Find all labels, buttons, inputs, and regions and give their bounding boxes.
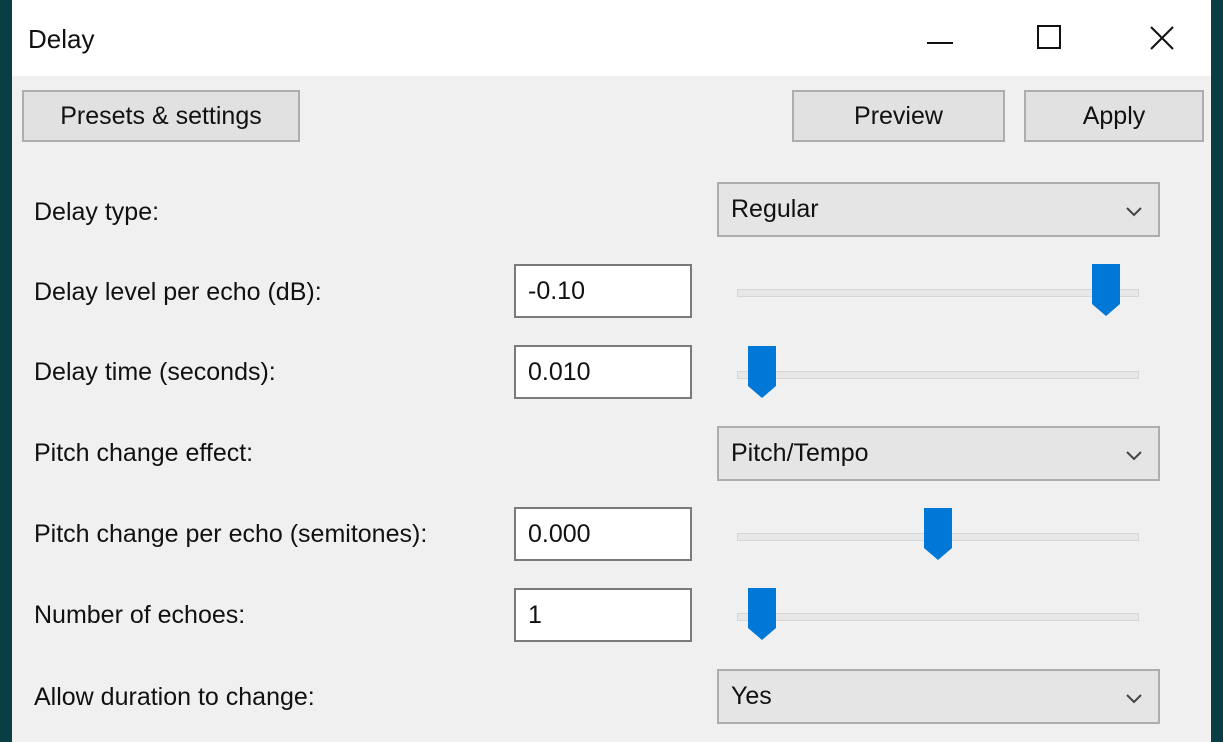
slider-track [737,613,1139,621]
delay-time-label: Delay time (seconds): [34,358,276,386]
allow-duration-label: Allow duration to change: [34,683,315,711]
close-button[interactable] [1124,0,1200,76]
chevron-down-icon [1126,694,1142,704]
echoes-value: 1 [528,600,542,629]
chevron-down-icon [1126,207,1142,217]
preview-button[interactable]: Preview [792,90,1005,142]
pitch-change-slider[interactable] [737,508,1139,572]
delay-level-label: Delay level per echo (dB): [34,278,322,306]
close-icon [1150,26,1174,50]
apply-label: Apply [1082,101,1146,130]
delay-time-slider[interactable] [737,346,1139,410]
window-title: Delay [28,24,95,54]
delay-time-input[interactable]: 0.010 [514,345,692,399]
allow-duration-dropdown[interactable]: Yes [717,669,1160,724]
slider-track [737,371,1139,379]
apply-button[interactable]: Apply [1024,90,1204,142]
minimize-icon [927,42,953,44]
delay-time-value: 0.010 [528,357,591,386]
preview-label: Preview [854,101,943,130]
maximize-button[interactable] [1012,0,1088,76]
echoes-slider[interactable] [737,588,1139,652]
delay-type-dropdown[interactable]: Regular [717,182,1160,237]
pitch-change-label: Pitch change per echo (semitones): [34,520,428,548]
delay-level-slider[interactable] [737,264,1139,328]
delay-dialog: Delay Presets & settings Preview Apply D… [12,0,1211,742]
slider-thumb[interactable] [1092,264,1121,316]
slider-track [737,289,1139,297]
maximize-icon [1037,25,1061,49]
delay-type-value: Regular [731,195,819,223]
pitch-effect-dropdown[interactable]: Pitch/Tempo [717,426,1160,481]
slider-thumb[interactable] [748,588,777,640]
allow-duration-value: Yes [731,682,772,710]
delay-type-label: Delay type: [34,198,160,226]
presets-settings-button[interactable]: Presets & settings [22,90,300,142]
chevron-down-icon [1126,451,1142,461]
title-bar[interactable]: Delay [12,0,1211,76]
delay-level-value: -0.10 [528,276,585,305]
echoes-input[interactable]: 1 [514,588,692,642]
pitch-change-value: 0.000 [528,519,591,548]
pitch-effect-value: Pitch/Tempo [731,439,869,467]
minimize-button[interactable] [902,0,978,76]
pitch-change-input[interactable]: 0.000 [514,507,692,561]
slider-thumb[interactable] [748,346,777,398]
slider-thumb[interactable] [924,508,952,560]
pitch-effect-label: Pitch change effect: [34,439,254,467]
echoes-label: Number of echoes: [34,601,246,629]
delay-level-input[interactable]: -0.10 [514,264,692,318]
presets-settings-label: Presets & settings [60,101,262,130]
